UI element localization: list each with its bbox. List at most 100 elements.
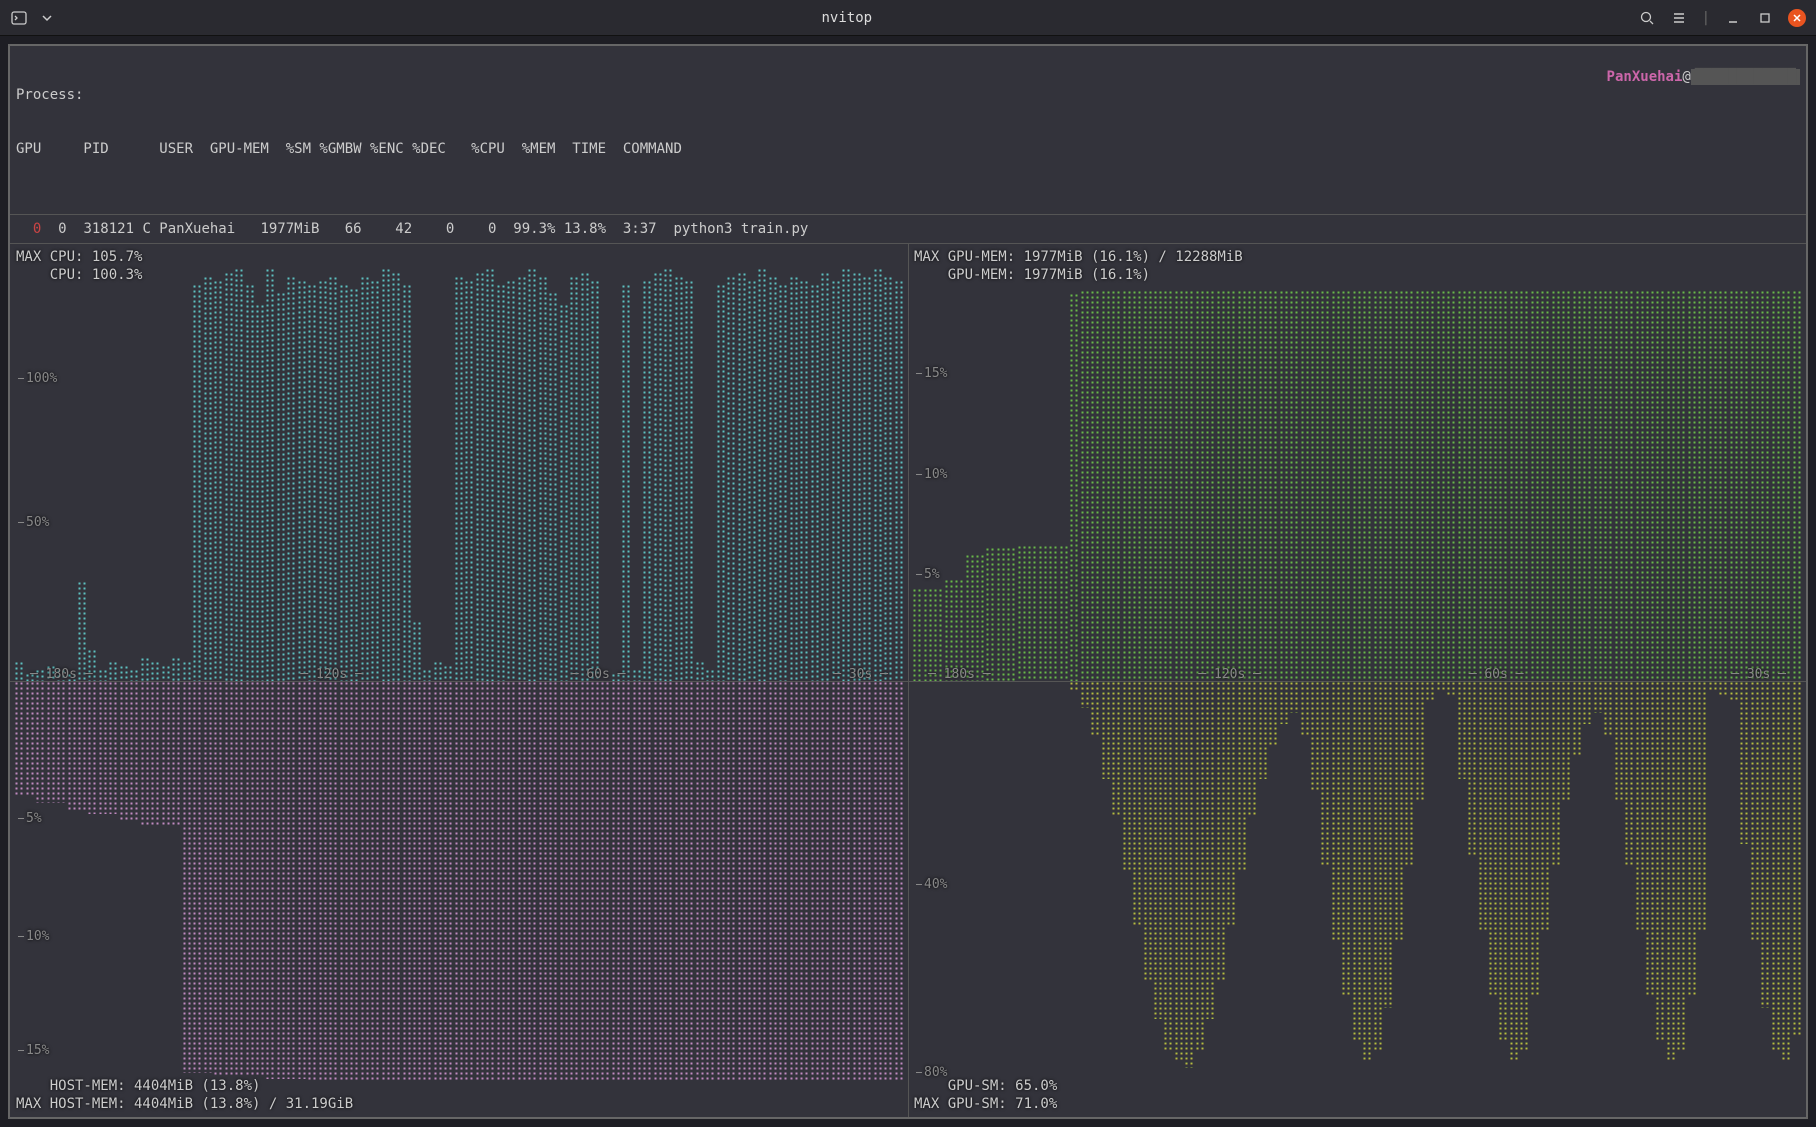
chart-bar (1038, 545, 1048, 681)
chart-bar (1739, 290, 1749, 680)
chart-bar (129, 681, 139, 821)
chart-bar (339, 681, 349, 1083)
chart-bar (1300, 290, 1310, 680)
chart-bar (255, 681, 265, 1077)
chart-bar (1341, 681, 1351, 997)
chart-bar (1718, 290, 1728, 680)
chart-bar (1760, 681, 1770, 1008)
chart-bar (653, 272, 663, 681)
chart-bar (810, 681, 820, 1083)
chart-bar (381, 681, 391, 1083)
chart-bar (1781, 681, 1791, 1063)
chart-bar (1614, 290, 1624, 680)
chart-bar (985, 547, 995, 680)
chart-bar (1771, 290, 1781, 680)
chart-bar (496, 284, 506, 681)
chart-bar (1226, 681, 1236, 927)
chart-bar (1394, 290, 1404, 680)
chart-bar (642, 681, 652, 1083)
chart-bar (1247, 290, 1257, 680)
cpu-chart (10, 244, 908, 681)
chart-bar (883, 681, 893, 1083)
chart-bar (1006, 547, 1016, 680)
window-titlebar: nvitop | (0, 0, 1816, 36)
chart-bar (161, 681, 171, 826)
chart-bar (716, 681, 726, 1083)
minimize-icon[interactable] (1724, 9, 1742, 27)
chart-bar (580, 272, 590, 681)
process-row[interactable]: 0 0 318121 C PanXuehai 1977MiB 66 42 0 0… (10, 215, 1806, 244)
chart-bar (391, 272, 401, 681)
chart-bar (422, 681, 432, 1083)
chart-bar (1216, 681, 1226, 981)
chart-bar (1603, 681, 1613, 736)
chart-bar (590, 681, 600, 1083)
chart-bar (286, 276, 296, 681)
chart-bar (1237, 681, 1247, 872)
chart-bar (339, 284, 349, 681)
chart-bar (1320, 290, 1330, 680)
chart-bar (1258, 681, 1268, 779)
chevron-down-icon[interactable] (38, 9, 56, 27)
chart-bar (757, 681, 767, 1083)
maximize-icon[interactable] (1756, 9, 1774, 27)
chart-bar (1509, 681, 1519, 1063)
chart-bar (684, 681, 694, 1083)
chart-bar (1540, 290, 1550, 680)
chart-bar (789, 681, 799, 1083)
chart-bar (1697, 681, 1707, 932)
chart-bar (1268, 681, 1278, 746)
chart-bar (1792, 290, 1802, 680)
chart-bar (171, 681, 181, 826)
search-icon[interactable] (1638, 9, 1656, 27)
chart-bar (975, 554, 985, 680)
chart-bar (831, 280, 841, 681)
chart-bar (1446, 290, 1456, 680)
gpu-index: 0 (16, 221, 41, 237)
chart-bar (768, 276, 778, 681)
chart-bar (1572, 681, 1582, 757)
chart-bar (1708, 290, 1718, 680)
chart-bar (1729, 681, 1739, 703)
chart-bar (1404, 681, 1414, 867)
chart-bar (1676, 681, 1686, 1052)
chart-bar (862, 681, 872, 1083)
chart-bar (213, 681, 223, 1077)
chart-bar (276, 292, 286, 681)
gpusm-panel: 40% 80% GPU-SM: 65.0% MAX GPU-SM: 71.0% (908, 681, 1806, 1118)
chart-bar (1457, 290, 1467, 680)
chart-bar (1027, 545, 1037, 681)
chart-bar (1582, 681, 1592, 725)
chart-bar (1143, 290, 1153, 680)
chart-bar (1530, 681, 1540, 997)
chart-bar (1614, 681, 1624, 801)
chart-bar (1069, 293, 1079, 681)
chart-bar (475, 272, 485, 681)
chart-bar (517, 276, 527, 681)
chart-bar (1478, 681, 1488, 932)
chart-bar (25, 681, 35, 797)
chart-bar (1519, 290, 1529, 680)
chart-bar (1132, 290, 1142, 680)
close-icon[interactable] (1788, 9, 1806, 27)
chart-bar (873, 681, 883, 1083)
chart-bar (1446, 681, 1456, 697)
chart-bar (1624, 681, 1634, 867)
chart-bar (841, 268, 851, 681)
menu-icon[interactable] (1670, 9, 1688, 27)
chart-bar (1781, 290, 1791, 680)
terminal-icon[interactable] (10, 9, 28, 27)
chart-bar (464, 681, 474, 1083)
gpumem-panel: MAX GPU-MEM: 1977MiB (16.1%) / 12288MiB … (908, 244, 1806, 681)
chart-bar (370, 681, 380, 1083)
chart-bar (820, 272, 830, 681)
chart-bar (831, 681, 841, 1083)
chart-bar (527, 681, 537, 1083)
nvitop-frame: Process: GPU PID USER GPU-MEM %SM %GMBW … (8, 44, 1808, 1119)
chart-bar (496, 681, 506, 1083)
chart-bar (653, 681, 663, 1083)
username: PanXuehai (1607, 69, 1683, 85)
chart-bar (1383, 681, 1393, 1008)
chart-bar (297, 681, 307, 1080)
chart-bar (1457, 681, 1467, 779)
